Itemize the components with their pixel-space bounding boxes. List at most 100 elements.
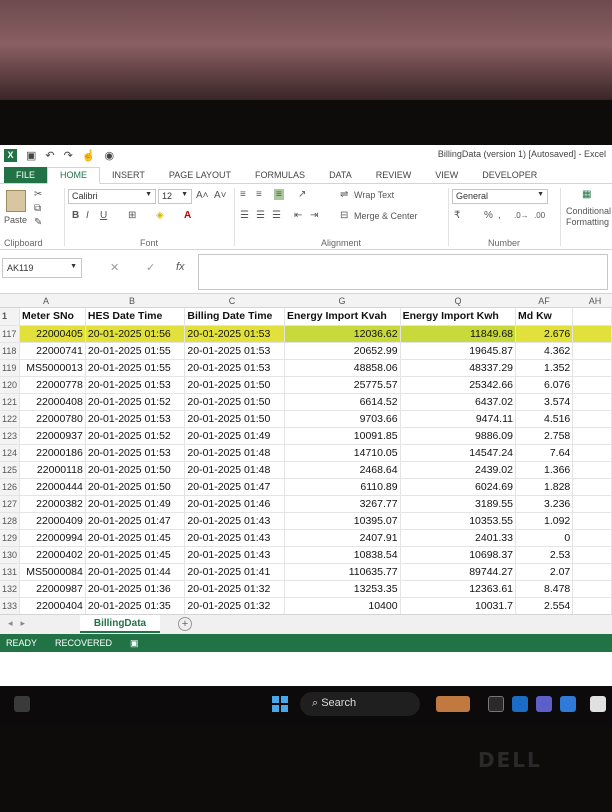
cell-energy-import-kwh[interactable]: 48337.29: [400, 359, 517, 377]
cancel-icon[interactable]: ✕: [110, 261, 119, 274]
cell-energy-import-kvah[interactable]: 10395.07: [284, 512, 401, 530]
cell-meter-sno[interactable]: 22000186: [19, 444, 86, 462]
insert-function-button[interactable]: fx: [176, 261, 185, 273]
align-bottom-icon[interactable]: ≡: [274, 189, 284, 200]
cell-billing-date-time[interactable]: 20-01-2025 01:50: [184, 376, 285, 394]
row-number[interactable]: 127: [0, 495, 21, 513]
row-number[interactable]: 131: [0, 563, 21, 581]
row-number[interactable]: 129: [0, 529, 21, 547]
cell-energy-import-kwh[interactable]: 25342.66: [400, 376, 517, 394]
cell-md-kw[interactable]: 1.092: [515, 512, 574, 530]
accounting-format-icon[interactable]: ₹: [454, 210, 460, 221]
sheet-tab-billingdata[interactable]: BillingData: [80, 615, 160, 633]
increase-font-icon[interactable]: A˄: [196, 190, 209, 201]
cell-meter-sno[interactable]: 22000404: [19, 597, 86, 614]
tab-data[interactable]: DATA: [317, 170, 364, 183]
cell-hes-date-time[interactable]: 20-01-2025 01:55: [85, 359, 186, 377]
cell-energy-import-kwh[interactable]: 11849.68: [400, 325, 517, 343]
cell-meter-sno[interactable]: 22000741: [19, 342, 86, 360]
empty-cell[interactable]: [572, 461, 612, 479]
row-number[interactable]: 121: [0, 393, 21, 411]
cell-md-kw[interactable]: 1.828: [515, 478, 574, 496]
cell-hes-date-time[interactable]: 20-01-2025 01:45: [85, 546, 186, 564]
row-number[interactable]: 123: [0, 427, 21, 445]
empty-cell[interactable]: [572, 478, 612, 496]
cell-billing-date-time[interactable]: 20-01-2025 01:53: [184, 342, 285, 360]
cell-hes-date-time[interactable]: 20-01-2025 01:35: [85, 597, 186, 614]
empty-cell[interactable]: [572, 563, 612, 581]
cell-billing-date-time[interactable]: 20-01-2025 01:53: [184, 359, 285, 377]
redo-icon[interactable]: ↷: [64, 149, 73, 162]
cell-meter-sno[interactable]: 22000402: [19, 546, 86, 564]
empty-cell[interactable]: [572, 359, 612, 377]
cell-energy-import-kvah[interactable]: 10400: [284, 597, 401, 614]
conditional-formatting-button[interactable]: Conditional: [566, 206, 611, 216]
column-header[interactable]: B: [84, 296, 180, 306]
align-top-icon[interactable]: ≡: [240, 189, 246, 200]
sheet-nav-arrows-icon[interactable]: ◂▸: [8, 618, 33, 629]
undo-icon[interactable]: ↶: [45, 149, 54, 162]
paste-button[interactable]: Paste: [4, 215, 27, 225]
fill-color-icon[interactable]: ◈: [156, 210, 164, 221]
cell-energy-import-kvah[interactable]: 2468.64: [284, 461, 401, 479]
align-middle-icon[interactable]: ≡: [256, 189, 262, 200]
row-number[interactable]: 122: [0, 410, 21, 428]
wrap-text-icon[interactable]: ⇌: [340, 189, 348, 200]
cell-energy-import-kwh[interactable]: 3189.55: [400, 495, 517, 513]
tab-home[interactable]: HOME: [47, 167, 101, 184]
header-cell-meter-sno[interactable]: Meter SNo: [19, 308, 86, 326]
enter-icon[interactable]: ✓: [146, 261, 155, 274]
cut-icon[interactable]: ✂: [34, 189, 42, 200]
conditional-formatting-icon[interactable]: ▦: [582, 189, 591, 200]
cell-md-kw[interactable]: 1.352: [515, 359, 574, 377]
merge-center-button[interactable]: Merge & Center: [354, 211, 418, 221]
bold-button[interactable]: B: [72, 210, 79, 221]
cell-energy-import-kwh[interactable]: 19645.87: [400, 342, 517, 360]
cell-md-kw[interactable]: 2.758: [515, 427, 574, 445]
tab-page-layout[interactable]: PAGE LAYOUT: [157, 170, 243, 183]
empty-cell[interactable]: [572, 529, 612, 547]
header-cell-hes-date-time[interactable]: HES Date Time: [85, 308, 186, 326]
empty-cell[interactable]: [572, 495, 612, 513]
row-number[interactable]: 130: [0, 546, 21, 564]
row-number[interactable]: 117: [0, 325, 21, 343]
cell-billing-date-time[interactable]: 20-01-2025 01:46: [184, 495, 285, 513]
tab-formulas[interactable]: FORMULAS: [243, 170, 317, 183]
cell-energy-import-kvah[interactable]: 20652.99: [284, 342, 401, 360]
empty-cell[interactable]: [572, 393, 612, 411]
row-number[interactable]: 128: [0, 512, 21, 530]
cell-energy-import-kvah[interactable]: 3267.77: [284, 495, 401, 513]
number-format-dropdown[interactable]: General ▼: [452, 189, 548, 204]
cell-md-kw[interactable]: 6.076: [515, 376, 574, 394]
formula-input[interactable]: [198, 254, 608, 290]
task-view-icon[interactable]: [488, 696, 504, 712]
cell-energy-import-kwh[interactable]: 6024.69: [400, 478, 517, 496]
cell-meter-sno[interactable]: 22000382: [19, 495, 86, 513]
cell-md-kw[interactable]: 3.574: [515, 393, 574, 411]
cell-meter-sno[interactable]: 22000780: [19, 410, 86, 428]
row-number[interactable]: 120: [0, 376, 21, 394]
empty-cell[interactable]: [572, 597, 612, 614]
header-cell-md-kw[interactable]: Md Kw: [515, 308, 574, 326]
row-number[interactable]: 1: [0, 308, 21, 326]
cell-hes-date-time[interactable]: 20-01-2025 01:45: [85, 529, 186, 547]
cell-md-kw[interactable]: 2.07: [515, 563, 574, 581]
cell-hes-date-time[interactable]: 20-01-2025 01:52: [85, 393, 186, 411]
cell-billing-date-time[interactable]: 20-01-2025 01:53: [184, 325, 285, 343]
cell-energy-import-kvah[interactable]: 48858.06: [284, 359, 401, 377]
format-painter-icon[interactable]: ✎: [34, 217, 42, 228]
copy-icon[interactable]: ⧉: [34, 203, 41, 214]
cell-meter-sno[interactable]: MS5000084: [19, 563, 86, 581]
header-cell-energy-import-kvah[interactable]: Energy Import Kvah: [284, 308, 401, 326]
underline-button[interactable]: U: [100, 210, 107, 221]
cell-billing-date-time[interactable]: 20-01-2025 01:41: [184, 563, 285, 581]
cell-meter-sno[interactable]: 22000937: [19, 427, 86, 445]
cell-energy-import-kvah[interactable]: 10091.85: [284, 427, 401, 445]
cell-hes-date-time[interactable]: 20-01-2025 01:44: [85, 563, 186, 581]
paste-icon[interactable]: [6, 190, 26, 212]
cell-meter-sno[interactable]: 22000118: [19, 461, 86, 479]
cell-hes-date-time[interactable]: 20-01-2025 01:53: [85, 410, 186, 428]
cell-energy-import-kvah[interactable]: 13253.35: [284, 580, 401, 598]
merge-center-icon[interactable]: ⊟: [340, 210, 348, 221]
teams-icon[interactable]: [536, 696, 552, 712]
